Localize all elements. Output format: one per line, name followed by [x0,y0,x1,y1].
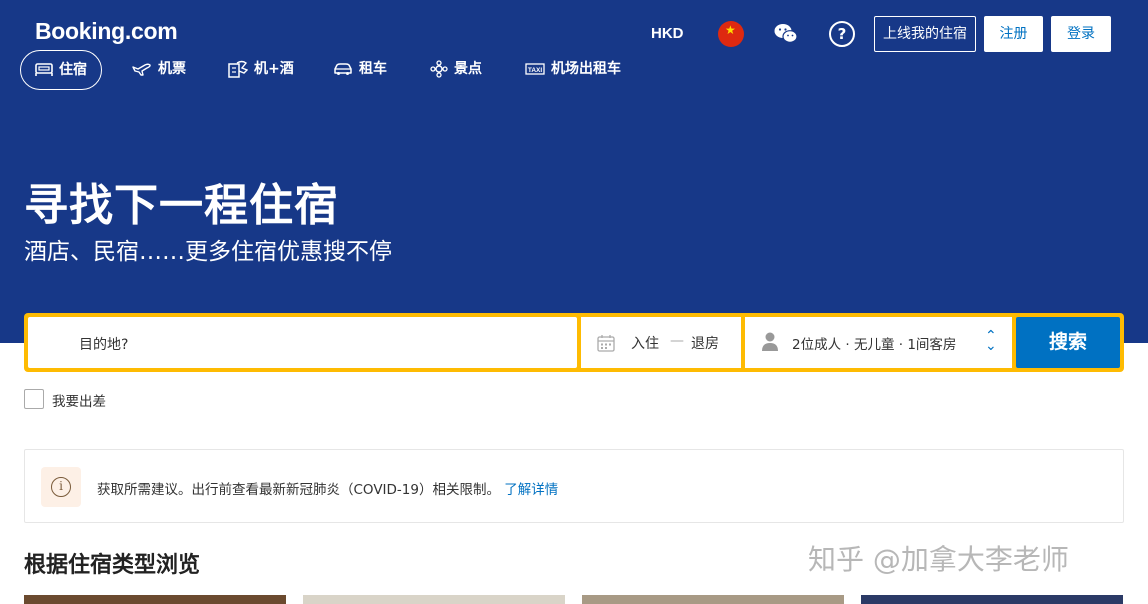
destination-input[interactable]: 目的地? [28,317,577,368]
hero-subtitle: 酒店、民宿……更多住宿优惠搜不停 [24,239,392,265]
list-property-button[interactable]: 上线我的住宿 [874,16,976,52]
hero-banner: Booking.com HKD ★ ? 上线我的住宿 注册 登录 住宿 机票 机… [0,0,1148,343]
login-button[interactable]: 登录 [1051,16,1111,52]
search-bar: 目的地? 入住 — 退房 2位成人 · 无儿童 · 1间客房 ⌃ ⌄ 搜索 [24,313,1124,372]
tab-flights[interactable]: 机票 [132,50,186,90]
section-title: 根据住宿类型浏览 [24,553,201,578]
chevron-updown-icon: ⌃ ⌄ [985,328,997,354]
tab-attractions-label: 景点 [454,61,482,77]
calendar-icon [597,335,615,352]
tab-stays[interactable]: 住宿 [20,50,102,90]
bed-icon [35,63,53,76]
property-type-card[interactable] [24,595,286,604]
hero-title: 寻找下一程住宿 [24,180,339,231]
notice-message: 获取所需建议。出行前查看最新新冠肺炎（COVID-19）相关限制。 [97,482,500,498]
page: Booking.com HKD ★ ? 上线我的住宿 注册 登录 住宿 机票 机… [0,0,1148,604]
guests-selector[interactable]: 2位成人 · 无儿童 · 1间客房 ⌃ ⌄ [745,317,1012,368]
car-icon [334,63,352,75]
tab-car-rental[interactable]: 租车 [333,50,387,90]
property-type-card[interactable] [861,595,1123,604]
tab-flight-hotel-label: 机+酒 [254,61,294,77]
watermark: 知乎 @加拿大李老师 [808,543,1069,576]
business-trip-label: 我要出差 [52,394,106,410]
tab-car-rental-label: 租车 [359,61,387,77]
attractions-icon [430,60,448,78]
tab-attractions[interactable]: 景点 [430,50,482,90]
learn-more-link[interactable]: 了解详情 [504,482,558,498]
tab-airport-taxi-label: 机场出租车 [551,61,621,77]
guests-summary: 2位成人 · 无儿童 · 1间客房 [792,337,957,353]
business-trip-checkbox[interactable] [24,389,44,409]
property-type-card[interactable] [582,595,844,604]
plane-icon [132,63,151,76]
search-button[interactable]: 搜索 [1016,317,1120,368]
notice-text: 获取所需建议。出行前查看最新新冠肺炎（COVID-19）相关限制。 了解详情 [97,478,558,498]
currency-selector[interactable]: HKD [651,25,684,42]
svg-text:TAXI: TAXI [528,67,543,74]
person-icon [762,332,778,351]
tab-flight-hotel[interactable]: 机+酒 [228,50,294,90]
language-flag-icon[interactable]: ★ [718,21,744,47]
tab-stays-label: 住宿 [59,62,87,78]
wechat-icon[interactable] [773,21,799,47]
covid-notice: i 获取所需建议。出行前查看最新新冠肺炎（COVID-19）相关限制。 了解详情 [24,449,1124,523]
destination-placeholder: 目的地? [79,337,129,353]
date-picker[interactable]: 入住 — 退房 [581,317,741,368]
info-icon: i [41,467,81,507]
tab-airport-taxi[interactable]: TAXI 机场出租车 [525,50,621,90]
tab-flights-label: 机票 [158,61,186,77]
flight-hotel-icon [228,60,249,78]
check-out-label: 退房 [691,336,719,352]
booking-logo[interactable]: Booking.com [35,18,178,45]
date-separator: — [670,333,684,349]
check-in-label: 入住 [631,336,659,352]
register-button[interactable]: 注册 [984,16,1043,52]
help-icon[interactable]: ? [829,21,855,47]
taxi-icon: TAXI [525,63,545,75]
property-type-card[interactable] [303,595,565,604]
